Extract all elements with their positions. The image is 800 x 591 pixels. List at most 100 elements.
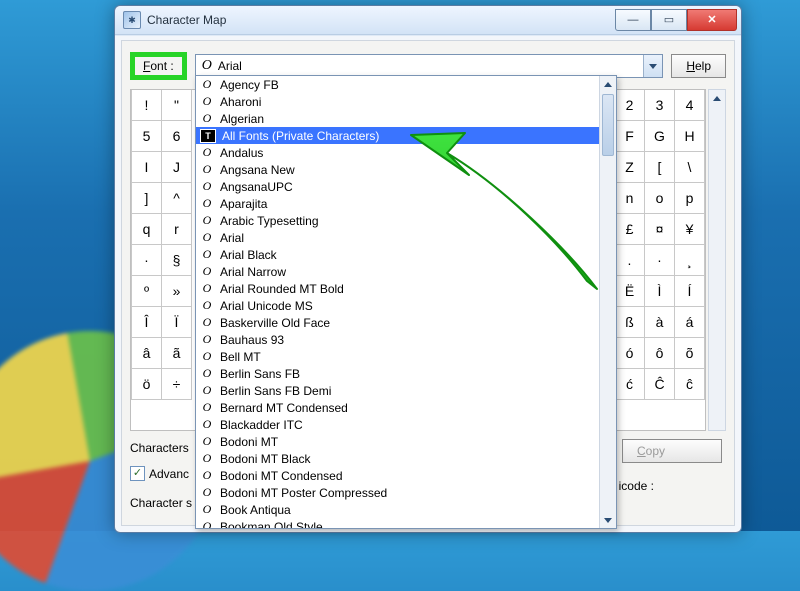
- font-type-icon: O: [200, 332, 214, 347]
- font-option[interactable]: OAndalus: [196, 144, 600, 161]
- copy-button[interactable]: Copy: [622, 439, 722, 463]
- titlebar[interactable]: ✱ Character Map — ▭ ✕: [115, 6, 741, 35]
- char-cell[interactable]: ·: [132, 245, 162, 276]
- char-cell[interactable]: ã: [162, 338, 192, 369]
- char-cell[interactable]: Ĉ: [645, 369, 675, 400]
- font-option[interactable]: OArial Black: [196, 246, 600, 263]
- char-cell[interactable]: 3: [645, 90, 675, 121]
- minimize-button[interactable]: —: [615, 9, 651, 31]
- scrollbar-thumb[interactable]: [602, 94, 614, 156]
- font-option[interactable]: OAlgerian: [196, 110, 600, 127]
- font-option[interactable]: OBook Antiqua: [196, 501, 600, 518]
- char-cell[interactable]: ": [162, 90, 192, 121]
- char-cell[interactable]: H: [675, 121, 705, 152]
- font-option[interactable]: OAngsana New: [196, 161, 600, 178]
- char-cell[interactable]: £: [615, 214, 645, 245]
- char-cell[interactable]: â: [132, 338, 162, 369]
- font-option[interactable]: OBookman Old Style: [196, 518, 600, 528]
- font-option[interactable]: OAharoni: [196, 93, 600, 110]
- font-option-label: Arial: [220, 231, 244, 245]
- font-option[interactable]: OBernard MT Condensed: [196, 399, 600, 416]
- char-cell[interactable]: q: [132, 214, 162, 245]
- char-cell[interactable]: Í: [675, 276, 705, 307]
- char-cell[interactable]: Ï: [162, 307, 192, 338]
- font-option[interactable]: TAll Fonts (Private Characters): [196, 127, 600, 144]
- char-cell[interactable]: ¤: [645, 214, 675, 245]
- char-cell[interactable]: .: [615, 245, 645, 276]
- char-cell[interactable]: Î: [132, 307, 162, 338]
- char-cell[interactable]: ¥: [675, 214, 705, 245]
- char-cell[interactable]: ó: [615, 338, 645, 369]
- char-cell[interactable]: p: [675, 183, 705, 214]
- scroll-up-icon[interactable]: [600, 76, 616, 92]
- font-option[interactable]: OBaskerville Old Face: [196, 314, 600, 331]
- truetype-icon: T: [200, 129, 216, 143]
- char-cell[interactable]: 6: [162, 121, 192, 152]
- char-cell[interactable]: á: [675, 307, 705, 338]
- char-cell[interactable]: !: [132, 90, 162, 121]
- close-button[interactable]: ✕: [687, 9, 737, 31]
- char-cell[interactable]: \: [675, 152, 705, 183]
- font-option[interactable]: OBerlin Sans FB Demi: [196, 382, 600, 399]
- char-cell[interactable]: ć: [615, 369, 645, 400]
- font-option[interactable]: OArial Rounded MT Bold: [196, 280, 600, 297]
- scroll-up-icon[interactable]: [709, 90, 725, 106]
- char-cell[interactable]: 4: [675, 90, 705, 121]
- font-option[interactable]: OArabic Typesetting: [196, 212, 600, 229]
- font-option[interactable]: OBodoni MT: [196, 433, 600, 450]
- font-option-label: Arabic Typesetting: [220, 214, 319, 228]
- font-option[interactable]: OBodoni MT Condensed: [196, 467, 600, 484]
- dropdown-scrollbar[interactable]: [599, 76, 616, 528]
- font-option[interactable]: OAgency FB: [196, 76, 600, 93]
- font-dropdown-button[interactable]: [643, 55, 662, 77]
- char-cell[interactable]: Ë: [615, 276, 645, 307]
- font-type-icon: O: [200, 417, 214, 432]
- font-option[interactable]: OBauhaus 93: [196, 331, 600, 348]
- char-cell[interactable]: õ: [675, 338, 705, 369]
- chevron-down-icon: [649, 64, 657, 69]
- char-cell[interactable]: ]: [132, 183, 162, 214]
- char-cell[interactable]: §: [162, 245, 192, 276]
- char-cell[interactable]: »: [162, 276, 192, 307]
- char-cell[interactable]: à: [645, 307, 675, 338]
- char-cell[interactable]: ÷: [162, 369, 192, 400]
- advanced-view-checkbox[interactable]: [130, 466, 145, 481]
- char-cell[interactable]: 5: [132, 121, 162, 152]
- font-option[interactable]: OBodoni MT Poster Compressed: [196, 484, 600, 501]
- font-dropdown-list[interactable]: OAgency FBOAharoniOAlgerianTAll Fonts (P…: [195, 75, 617, 529]
- char-cell[interactable]: Z: [615, 152, 645, 183]
- char-cell[interactable]: ¸: [675, 245, 705, 276]
- font-option[interactable]: OArial Narrow: [196, 263, 600, 280]
- scroll-down-icon[interactable]: [600, 512, 616, 528]
- char-cell[interactable]: n: [615, 183, 645, 214]
- char-cell[interactable]: G: [645, 121, 675, 152]
- char-cell[interactable]: I: [132, 152, 162, 183]
- font-type-icon: O: [200, 400, 214, 415]
- maximize-button[interactable]: ▭: [651, 9, 687, 31]
- char-cell[interactable]: [: [645, 152, 675, 183]
- char-cell[interactable]: ĉ: [675, 369, 705, 400]
- char-cell[interactable]: º: [132, 276, 162, 307]
- font-option[interactable]: OArial Unicode MS: [196, 297, 600, 314]
- char-cell[interactable]: r: [162, 214, 192, 245]
- char-cell[interactable]: ô: [645, 338, 675, 369]
- font-option[interactable]: OAparajita: [196, 195, 600, 212]
- font-option[interactable]: OArial: [196, 229, 600, 246]
- char-cell[interactable]: F: [615, 121, 645, 152]
- char-cell[interactable]: ö: [132, 369, 162, 400]
- help-button[interactable]: Help: [671, 54, 726, 78]
- font-option[interactable]: OBlackadder ITC: [196, 416, 600, 433]
- font-option[interactable]: OBerlin Sans FB: [196, 365, 600, 382]
- char-cell[interactable]: o: [645, 183, 675, 214]
- font-option[interactable]: OAngsanaUPC: [196, 178, 600, 195]
- char-cell[interactable]: Ì: [645, 276, 675, 307]
- char-cell[interactable]: 2: [615, 90, 645, 121]
- char-cell[interactable]: ^: [162, 183, 192, 214]
- font-option[interactable]: OBell MT: [196, 348, 600, 365]
- char-cell[interactable]: ß: [615, 307, 645, 338]
- char-cell[interactable]: J: [162, 152, 192, 183]
- font-option-label: Agency FB: [220, 78, 279, 92]
- char-cell[interactable]: ·: [645, 245, 675, 276]
- font-option[interactable]: OBodoni MT Black: [196, 450, 600, 467]
- grid-scrollbar[interactable]: [708, 89, 726, 431]
